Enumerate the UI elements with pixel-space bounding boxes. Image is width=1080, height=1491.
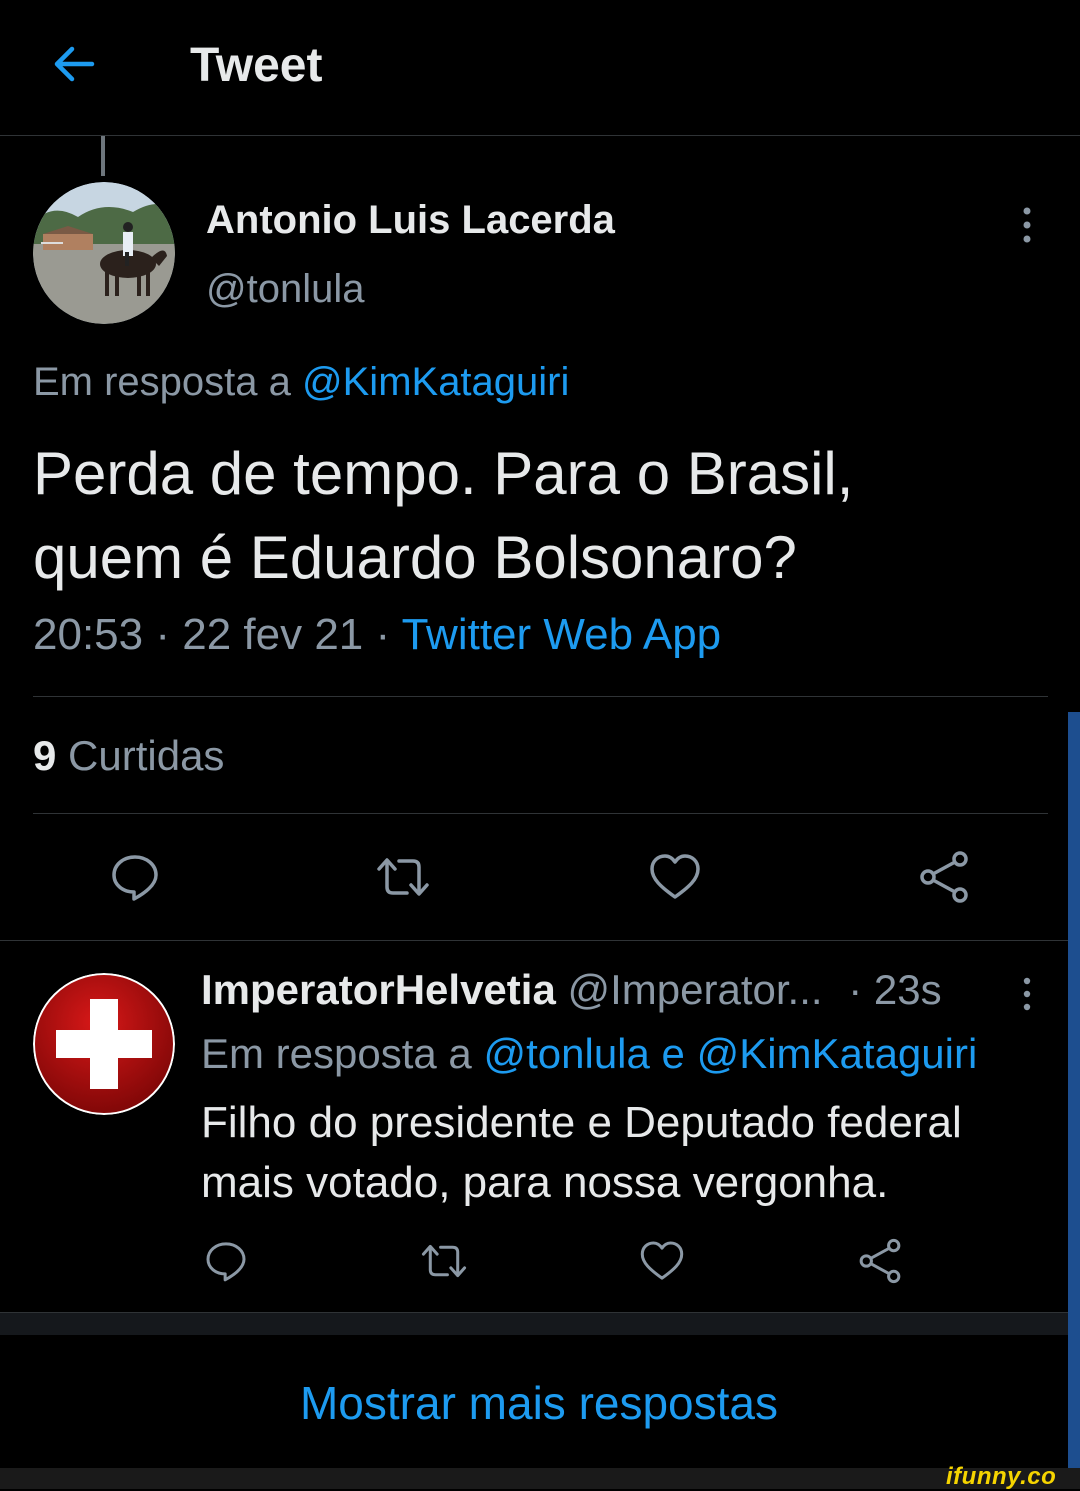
share-icon[interactable] (856, 1237, 904, 1285)
bottom-bar (0, 1468, 1080, 1489)
reply-text-line: mais votado, para nossa vergonha. (201, 1158, 889, 1207)
reply-context-prefix: Em resposta a (201, 1030, 472, 1077)
thread-connector-line (101, 136, 105, 176)
reply-header: ImperatorHelvetia @Imperator... · 23s (201, 966, 942, 1014)
reply-mention-link[interactable]: @KimKataguiri (302, 360, 569, 404)
reply-mentions-link[interactable]: @tonlula e @KimKataguiri (483, 1030, 977, 1077)
reply-author-name[interactable]: ImperatorHelvetia (201, 966, 556, 1013)
tweet-text: Perda de tempo. Para o Brasil, quem é Ed… (33, 432, 1043, 600)
tweet-text-line: Perda de tempo. Para o Brasil, (33, 440, 854, 507)
page-title: Tweet (190, 39, 323, 92)
author-name[interactable]: Antonio Luis Lacerda (206, 198, 615, 243)
likes-count: 9 (33, 732, 57, 779)
reply-context: Em resposta a @KimKataguiri (33, 360, 569, 405)
back-arrow-icon[interactable] (48, 38, 100, 90)
section-divider (0, 1312, 1068, 1335)
tweet-text-line: quem é Eduardo Bolsonaro? (33, 524, 797, 591)
tweet-date: 22 fev 21 (182, 610, 364, 659)
meta-separator: · (155, 610, 170, 659)
reply-author-handle[interactable]: @Imperator... (567, 966, 822, 1013)
likes-label: Curtidas (68, 732, 225, 779)
meta-separator: · (375, 610, 391, 659)
like-heart-icon[interactable] (647, 849, 703, 905)
like-heart-icon[interactable] (638, 1237, 686, 1285)
divider (33, 696, 1048, 697)
author-handle[interactable]: @tonlula (206, 267, 364, 312)
share-icon[interactable] (916, 849, 972, 905)
reply-icon[interactable] (107, 849, 163, 905)
more-options-icon[interactable] (1012, 205, 1042, 247)
more-options-icon[interactable] (1014, 975, 1040, 1015)
divider (33, 813, 1048, 814)
reply-context: Em resposta a @tonlula e @KimKataguiri (201, 1030, 977, 1078)
reply-text-line: Filho do presidente e Deputado federal (201, 1098, 962, 1147)
show-more-replies-button[interactable]: Mostrar mais respostas (0, 1376, 1078, 1430)
tweet-meta: 20:53 · 22 fev 21 · Twitter Web App (33, 610, 721, 660)
reply-context-prefix: Em resposta a (33, 360, 291, 404)
divider (0, 940, 1068, 941)
reply-age: · 23s (848, 966, 942, 1013)
tweet-source-link[interactable]: Twitter Web App (402, 610, 722, 659)
reply-author-avatar-swiss-flag[interactable] (33, 973, 175, 1115)
ifunny-watermark: ifunny.co (946, 1463, 1057, 1490)
likes-summary[interactable]: 9 Curtidas (33, 732, 224, 780)
retweet-icon[interactable] (375, 849, 431, 905)
retweet-icon[interactable] (420, 1237, 468, 1285)
reply-text: Filho do presidente e Deputado federal m… (201, 1093, 1051, 1213)
header-divider (0, 135, 1080, 136)
author-avatar[interactable] (33, 182, 175, 324)
reply-icon[interactable] (202, 1237, 250, 1285)
tweet-time: 20:53 (33, 610, 144, 659)
scrollbar[interactable] (1068, 712, 1080, 1472)
